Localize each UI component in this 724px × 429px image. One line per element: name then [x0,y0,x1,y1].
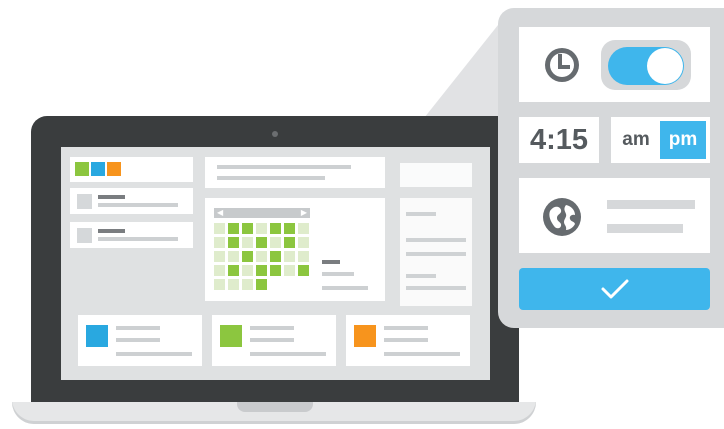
summary-line [384,326,428,330]
swatch-blue [91,162,105,176]
calendar-day[interactable] [284,265,295,276]
globe-icon [543,198,581,236]
calendar-day[interactable] [228,223,239,234]
summary-line [116,338,160,342]
calendar-day[interactable] [228,251,239,262]
calendar-detail-line [322,272,354,276]
calendar-detail-line [322,260,340,264]
summary-line [384,338,428,342]
list-item-title [98,229,125,233]
list-item-title [98,195,125,199]
calendar-day[interactable] [284,223,295,234]
calendar-day[interactable] [214,251,225,262]
time-value[interactable]: 4:15 [519,117,599,163]
calendar-day[interactable] [228,279,239,290]
calendar-grid [214,223,314,295]
calendar-day[interactable] [298,237,309,248]
calendar-day[interactable] [270,251,281,262]
summary-card-swatch [354,325,376,347]
list-item[interactable] [70,222,193,248]
calendar-day[interactable] [284,251,295,262]
color-swatch-card[interactable] [70,157,193,182]
arrow-left-icon[interactable]: ◀ [217,208,223,218]
list-item[interactable] [70,188,193,214]
calendar-day[interactable] [256,265,267,276]
calendar-day[interactable] [256,251,267,262]
confirm-button[interactable] [519,268,710,310]
calendar-day[interactable] [270,223,281,234]
am-button[interactable]: am [614,117,658,163]
calendar-day[interactable] [256,279,267,290]
calendar-day[interactable] [214,279,225,290]
pm-button[interactable]: pm [660,121,706,159]
clock-icon [545,48,579,82]
summary-line [116,352,192,356]
calendar-day[interactable] [228,265,239,276]
summary-line [250,338,294,342]
summary-card[interactable] [212,315,336,366]
side-list-line [406,286,466,290]
header-line [217,176,325,180]
list-item-subtitle [98,203,178,207]
calendar-day[interactable] [270,237,281,248]
calendar-day[interactable] [298,265,309,276]
laptop-camera [272,131,278,137]
list-item-thumbnail [77,228,92,243]
side-list-card [400,198,472,306]
summary-card[interactable] [78,315,202,366]
calendar-day[interactable] [284,237,295,248]
list-item-subtitle [98,237,178,241]
list-item-thumbnail [77,194,92,209]
calendar-day[interactable] [242,251,253,262]
calendar-day[interactable] [298,223,309,234]
summary-card[interactable] [346,315,470,366]
calendar-day[interactable] [298,251,309,262]
reminder-toggle-knob[interactable] [647,48,683,84]
calendar-day[interactable] [228,237,239,248]
calendar-detail-line [322,286,368,290]
summary-line [116,326,160,330]
laptop-base-notch [237,402,313,412]
summary-line [250,326,294,330]
calendar-day[interactable] [242,265,253,276]
side-list-line [406,238,466,242]
swatch-orange [107,162,121,176]
summary-card-swatch [220,325,242,347]
side-header-card [400,163,472,187]
calendar-day[interactable] [214,223,225,234]
calendar-day[interactable] [242,223,253,234]
calendar-day[interactable] [214,265,225,276]
arrow-right-icon[interactable]: ▶ [301,208,307,218]
header-line [217,165,351,169]
calendar-header: ◀ ▶ [214,208,310,218]
timezone-line [607,224,683,233]
calendar-day[interactable] [214,237,225,248]
swatch-green [75,162,89,176]
calendar-day[interactable] [270,265,281,276]
side-list-line [406,252,466,256]
timezone-line [607,200,695,209]
checkmark-icon [601,279,629,299]
summary-line [250,352,326,356]
side-list-line [406,212,436,216]
calendar-day[interactable] [256,237,267,248]
side-list-line [406,274,436,278]
summary-card-swatch [86,325,108,347]
header-card [205,157,385,188]
calendar-day[interactable] [256,223,267,234]
calendar-day[interactable] [242,279,253,290]
calendar-day[interactable] [242,237,253,248]
summary-line [384,352,460,356]
